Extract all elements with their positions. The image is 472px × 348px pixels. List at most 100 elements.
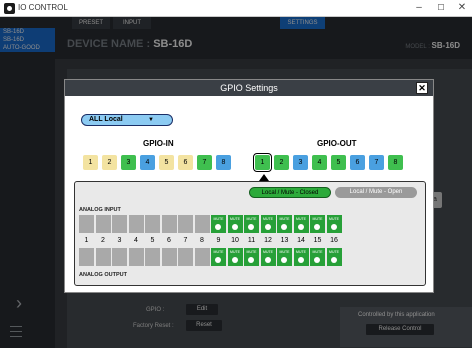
mode-open-button[interactable]: Local / Mute - Open (335, 187, 417, 198)
gpio-out-button-8[interactable]: 8 (388, 155, 403, 170)
gpio-out-button-3[interactable]: 3 (293, 155, 308, 170)
gpio-out-button-7[interactable]: 7 (369, 155, 384, 170)
channel-slot-out-4 (128, 248, 144, 266)
channel-slot-out-3 (112, 248, 127, 266)
mute-toggle-in-15[interactable]: MUTE (310, 215, 325, 233)
channel-slot-in-3 (112, 215, 127, 233)
mute-toggle-in-13[interactable]: MUTE (277, 215, 292, 233)
mute-dot-icon (215, 224, 221, 230)
channel-slot-in-4 (128, 215, 144, 233)
mute-dot-icon (264, 257, 271, 263)
gpio-in-button-8[interactable]: 8 (216, 155, 231, 170)
minimize-button[interactable]: – (412, 2, 426, 13)
mute-label: MUTE (263, 250, 273, 254)
gpio-in-button-1[interactable]: 1 (83, 155, 98, 170)
channel-slot-in-5 (145, 215, 160, 233)
mute-label: MUTE (246, 250, 257, 254)
channel-slot-out-2 (95, 248, 111, 266)
mute-label: MUTE (246, 217, 257, 221)
mute-dot-icon (314, 224, 320, 230)
channel-number: 16 (330, 237, 338, 244)
mute-label: MUTE (230, 217, 240, 221)
mute-toggle-out-16[interactable]: MUTE (326, 248, 342, 266)
gpio-out-button-6[interactable]: 6 (350, 155, 365, 170)
gpio-out-button-4[interactable]: 4 (312, 155, 327, 170)
gpio-out-label: GPIO-OUT (317, 139, 357, 148)
mode-dropdown[interactable]: ALL Local ▼ (81, 114, 173, 126)
window-title: IO CONTROL (18, 3, 68, 12)
mute-dot-icon (297, 224, 304, 230)
channel-number: 3 (117, 237, 122, 244)
mute-toggle-out-13[interactable]: MUTE (277, 248, 292, 266)
mute-dot-icon (281, 257, 287, 263)
channel-slot-out-7 (178, 248, 193, 266)
mute-toggle-in-14[interactable]: MUTE (293, 215, 309, 233)
dialog-header: GPIO Settings ✕ (65, 80, 433, 96)
mute-dot-icon (231, 257, 238, 263)
mute-toggle-in-12[interactable]: MUTE (260, 215, 276, 233)
gpio-in-label: GPIO-IN (143, 139, 174, 148)
mute-toggle-out-11[interactable]: MUTE (244, 248, 259, 266)
channel-number: 8 (200, 237, 204, 244)
gpio-in-button-6[interactable]: 6 (178, 155, 193, 170)
mute-toggle-out-10[interactable]: MUTE (227, 248, 243, 266)
channel-slot-in-7 (178, 215, 193, 233)
mute-toggle-in-10[interactable]: MUTE (227, 215, 243, 233)
mute-label: MUTE (329, 217, 339, 221)
gpio-in-button-3[interactable]: 3 (121, 155, 136, 170)
channel-number: 1 (84, 237, 89, 244)
channel-slot-in-6 (161, 215, 177, 233)
gpio-in-button-5[interactable]: 5 (159, 155, 174, 170)
gpio-in-button-2[interactable]: 2 (102, 155, 117, 170)
mute-toggle-out-14[interactable]: MUTE (293, 248, 309, 266)
channel-slot-out-6 (161, 248, 177, 266)
mute-dot-icon (248, 224, 254, 230)
mute-label: MUTE (312, 217, 323, 221)
channel-number: 2 (101, 237, 105, 244)
channel-number: 11 (247, 237, 256, 244)
mute-toggle-in-11[interactable]: MUTE (244, 215, 259, 233)
channel-number: 6 (167, 237, 171, 244)
gpio-settings-dialog: GPIO Settings ✕ ALL Local ▼ GPIO-IN GPIO… (64, 79, 434, 293)
mute-label: MUTE (296, 217, 306, 221)
mute-dot-icon (231, 224, 238, 230)
selection-pointer-icon (259, 174, 269, 181)
channel-number: 12 (264, 237, 272, 244)
mute-toggle-in-9[interactable]: MUTE (211, 215, 226, 233)
channel-slot-out-5 (145, 248, 160, 266)
dialog-title: GPIO Settings (220, 83, 278, 93)
mute-dot-icon (330, 224, 337, 230)
channel-number: 15 (313, 237, 322, 244)
channel-number: 13 (280, 237, 289, 244)
mute-toggle-out-12[interactable]: MUTE (260, 248, 276, 266)
gpio-out-button-5[interactable]: 5 (331, 155, 346, 170)
mute-dot-icon (281, 224, 287, 230)
mute-dot-icon (297, 257, 304, 263)
mute-dot-icon (264, 224, 271, 230)
mute-label: MUTE (279, 217, 290, 221)
dropdown-value: ALL Local (89, 116, 123, 123)
window-titlebar: IO CONTROL – ☐ ✕ (0, 0, 472, 17)
mute-label: MUTE (230, 250, 240, 254)
channel-slot-out-1 (79, 248, 94, 266)
mute-toggle-in-16[interactable]: MUTE (326, 215, 342, 233)
close-window-button[interactable]: ✕ (455, 2, 469, 13)
channel-number: 9 (216, 237, 221, 244)
gpio-out-button-1[interactable]: 1 (253, 153, 272, 172)
mute-label: MUTE (213, 250, 224, 254)
channel-number: 4 (134, 237, 138, 244)
analog-input-label: ANALOG INPUT (79, 207, 121, 213)
channel-number: 14 (297, 237, 305, 244)
gpio-in-button-7[interactable]: 7 (197, 155, 212, 170)
channel-slot-in-8 (194, 215, 210, 233)
dropdown-arrow-icon: ▼ (148, 117, 154, 123)
maximize-button[interactable]: ☐ (434, 3, 448, 12)
gpio-out-button-2[interactable]: 2 (274, 155, 289, 170)
close-icon[interactable]: ✕ (416, 82, 428, 94)
gpio-in-button-4[interactable]: 4 (140, 155, 155, 170)
mute-label: MUTE (279, 250, 290, 254)
gpio-out-config-panel: Local / Mute - Closed Local / Mute - Ope… (74, 181, 426, 286)
mode-closed-button[interactable]: Local / Mute - Closed (249, 187, 331, 198)
mute-toggle-out-9[interactable]: MUTE (211, 248, 226, 266)
mute-toggle-out-15[interactable]: MUTE (310, 248, 325, 266)
